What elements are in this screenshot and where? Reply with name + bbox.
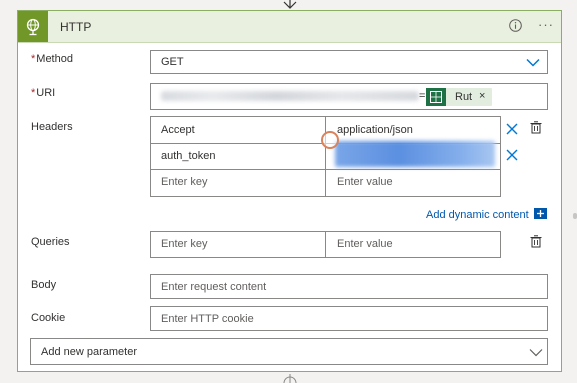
- queries-label: Queries: [31, 236, 70, 248]
- headers-row-divider: [150, 169, 501, 170]
- body-placeholder: Enter request content: [161, 281, 267, 293]
- uri-dynamic-token[interactable]: Rut ×: [426, 88, 492, 106]
- method-value: GET: [161, 56, 184, 68]
- switch-to-text-mode-icon[interactable]: [530, 235, 542, 248]
- uri-redacted-text: [161, 91, 419, 101]
- uri-concat-symbol: =: [419, 90, 426, 102]
- uri-label: *URI: [31, 87, 56, 99]
- token-remove-button[interactable]: ×: [479, 90, 485, 102]
- queries-column-divider: [325, 231, 326, 258]
- more-options-icon[interactable]: ···: [538, 17, 554, 32]
- method-label: *Method: [31, 53, 73, 65]
- header-key-cell[interactable]: auth_token: [161, 150, 215, 162]
- panel-scroll-edge: [573, 213, 577, 219]
- chevron-down-icon: [529, 349, 543, 357]
- headers-label: Headers: [31, 121, 73, 133]
- method-dropdown[interactable]: GET: [150, 50, 548, 74]
- remove-header-icon[interactable]: [506, 149, 518, 161]
- cursor-highlight: [321, 131, 339, 149]
- query-value-input[interactable]: Enter value: [337, 238, 393, 250]
- remove-header-icon[interactable]: [506, 123, 518, 135]
- headers-column-divider: [325, 116, 326, 197]
- connector-arrow-icon: [283, 0, 297, 9]
- query-key-input[interactable]: Enter key: [161, 238, 207, 250]
- body-label: Body: [31, 279, 57, 291]
- connector-plus-icon: [283, 374, 297, 383]
- http-globe-icon: [18, 11, 48, 42]
- body-input[interactable]: Enter request content: [150, 274, 548, 299]
- header-key-cell[interactable]: Accept: [161, 124, 195, 136]
- header-value-input[interactable]: Enter value: [337, 176, 393, 188]
- chevron-down-icon: [526, 58, 540, 67]
- add-new-parameter-label: Add new parameter: [41, 346, 137, 358]
- cookie-label: Cookie: [31, 312, 66, 324]
- header-key-input[interactable]: Enter key: [161, 176, 207, 188]
- uri-input[interactable]: = Rut ×: [150, 83, 548, 110]
- action-title: HTTP: [60, 20, 92, 34]
- header-value-cell[interactable]: application/json: [337, 124, 413, 136]
- action-header[interactable]: HTTP ···: [18, 11, 561, 43]
- excel-icon: [426, 88, 446, 106]
- cookie-placeholder: Enter HTTP cookie: [161, 313, 254, 325]
- token-label: Rut: [455, 91, 473, 103]
- add-new-parameter-dropdown[interactable]: Add new parameter: [30, 338, 548, 365]
- info-icon[interactable]: [509, 19, 522, 32]
- switch-to-text-mode-icon[interactable]: [530, 121, 542, 134]
- add-dynamic-content-link[interactable]: Add dynamic content: [426, 209, 529, 221]
- header-value-redacted[interactable]: [335, 141, 495, 167]
- cookie-input[interactable]: Enter HTTP cookie: [150, 306, 548, 331]
- plus-icon[interactable]: [534, 208, 547, 219]
